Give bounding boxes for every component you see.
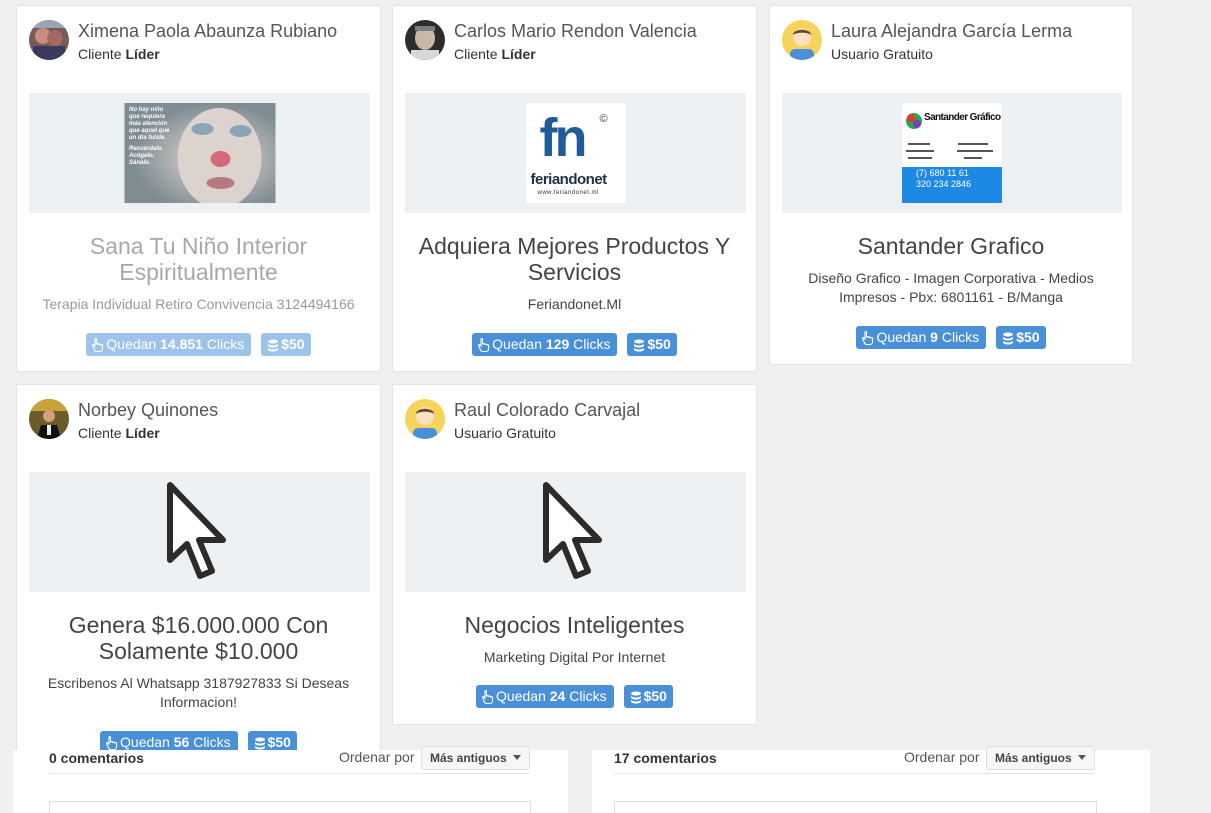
ad-text-line: Sánalo. [129, 160, 151, 166]
ad-title[interactable]: Santander Grafico [780, 233, 1122, 259]
pointer-cursor-icon [543, 482, 602, 579]
user-name[interactable]: Laura Alejandra García Lerma [831, 21, 1072, 42]
ad-phone: 320 234 2846 [916, 179, 972, 189]
ad-title[interactable]: Genera $16.000.000 Con Solamente $10.000 [27, 612, 370, 664]
ad-text-line: que aquel que [129, 128, 170, 134]
comments-panel: 0 comentarios Ordenar por Más antiguos [13, 746, 568, 813]
ad-text-line: que requiera [129, 114, 166, 120]
ad-image-panel[interactable] [405, 472, 746, 592]
ad-description: Feriandonet.Ml [527, 296, 622, 312]
sort-label: Ordenar por [904, 749, 980, 765]
user-name[interactable]: Carlos Mario Rendon Valencia [454, 21, 697, 42]
ad-text-line: Acógelo. [129, 153, 155, 159]
ad-title[interactable]: Negocios Inteligentes [403, 612, 746, 638]
price-badge[interactable]: $50 [261, 333, 311, 356]
user-avatar[interactable] [782, 20, 822, 60]
ad-actions: Quedan 129 Clicks $50 [393, 333, 756, 356]
user-name[interactable]: Ximena Paola Abaunza Rubiano [78, 21, 337, 42]
ad-description: Diseño Grafico - Imagen Corporativa - Me… [808, 270, 1094, 305]
ad-text-line: No hay niño [129, 107, 164, 113]
ad-description: Terapia Individual Retiro Convivencia 31… [42, 296, 355, 312]
user-name[interactable]: Raul Colorado Carvajal [454, 400, 640, 421]
coins-icon [634, 339, 645, 352]
ad-actions: Quedan 9 Clicks $50 [770, 326, 1132, 349]
divider [49, 773, 529, 774]
coins-icon [268, 339, 279, 352]
comment-count: 17 comentarios [614, 750, 717, 766]
sort-dropdown[interactable]: Más antiguos [986, 746, 1095, 770]
user-role: Cliente Líder [78, 425, 160, 441]
ad-image-panel[interactable]: fn © feriandonet www.feriandonet.ml [405, 93, 746, 213]
ad-card[interactable]: Laura Alejandra García Lerma Usuario Gra… [769, 5, 1133, 365]
user-avatar[interactable] [29, 20, 69, 60]
pointer-cursor-icon [167, 482, 226, 579]
coins-icon [254, 737, 265, 750]
ad-text-line: más atención [129, 121, 168, 127]
user-role: Usuario Gratuito [454, 425, 556, 441]
user-role: Cliente Líder [78, 46, 160, 62]
ad-image-panel[interactable]: Santander Gráfico (7) 680 11 61 320 234 … [782, 93, 1122, 213]
ad-card[interactable]: Norbey Quinones Cliente Líder Genera $16… [16, 384, 381, 764]
comment-input[interactable] [49, 801, 531, 813]
pointer-hand-icon [482, 690, 494, 704]
user-avatar[interactable] [29, 399, 69, 439]
page-gap [568, 750, 592, 813]
ad-image[interactable]: fn © feriandonet www.feriandonet.ml [525, 103, 626, 203]
ad-card[interactable]: Carlos Mario Rendon Valencia Cliente Líd… [392, 5, 757, 372]
clicks-remaining-button[interactable]: Quedan 9 Clicks [856, 326, 987, 349]
user-avatar[interactable] [405, 20, 445, 60]
ad-text-line: un día fuiste. [129, 135, 167, 141]
ad-text-line: Recuérdalo. [129, 146, 164, 152]
caret-down-icon [512, 755, 521, 760]
pointer-hand-icon [862, 331, 874, 345]
clicks-remaining-button[interactable]: Quedan 14.851 Clicks [86, 333, 252, 356]
ad-description: Marketing Digital Por Internet [483, 649, 666, 665]
ad-actions: Quedan 14.851 Clicks $50 [17, 333, 380, 356]
user-role: Usuario Gratuito [831, 46, 933, 62]
ad-title[interactable]: Sana Tu Niño Interior Espiritualmente [27, 233, 370, 285]
sort-label: Ordenar por [339, 749, 415, 765]
logo-url: www.feriandonet.ml [537, 190, 599, 196]
ad-image[interactable]: Santander Gráfico (7) 680 11 61 320 234 … [902, 103, 1002, 203]
pointer-hand-icon [106, 736, 118, 750]
comments-panel: 17 comentarios Ordenar por Más antiguos [592, 746, 1150, 813]
ad-description: Escribenos Al Whatsapp 3187927833 Si Des… [47, 675, 350, 710]
logo-name: feriandonet [530, 171, 608, 188]
comment-count: 0 comentarios [49, 750, 144, 766]
price-badge[interactable]: $50 [996, 326, 1046, 349]
pointer-hand-icon [478, 338, 490, 352]
price-badge[interactable]: $50 [627, 333, 677, 356]
pointer-hand-icon [92, 338, 104, 352]
comment-input[interactable] [614, 801, 1097, 813]
user-role: Cliente Líder [454, 46, 536, 62]
user-avatar[interactable] [405, 399, 445, 439]
coins-icon [630, 691, 641, 704]
clicks-remaining-button[interactable]: Quedan 24 Clicks [476, 685, 614, 708]
ad-card[interactable]: Raul Colorado Carvajal Usuario Gratuito … [392, 384, 757, 725]
ad-card[interactable]: Ximena Paola Abaunza Rubiano Cliente Líd… [16, 5, 381, 372]
logo-fn: fn [539, 108, 588, 168]
ad-title[interactable]: Adquiera Mejores Productos Y Servicios [403, 233, 746, 285]
ad-actions: Quedan 24 Clicks $50 [393, 685, 756, 708]
caret-down-icon [1077, 755, 1086, 760]
copyright-mark: © [599, 113, 608, 125]
sort-dropdown[interactable]: Más antiguos [421, 746, 530, 770]
ad-image[interactable]: No hay niño que requiera más atención qu… [124, 103, 275, 203]
user-name[interactable]: Norbey Quinones [78, 400, 218, 421]
coins-icon [1003, 332, 1014, 345]
ad-brand: Santander Gráfico [924, 112, 1001, 123]
divider [614, 773, 1094, 774]
clicks-remaining-button[interactable]: Quedan 129 Clicks [472, 333, 618, 356]
price-badge[interactable]: $50 [623, 685, 673, 708]
ad-image-panel[interactable]: No hay niño que requiera más atención qu… [29, 93, 370, 213]
ad-image-panel[interactable] [29, 472, 370, 592]
ad-phone: (7) 680 11 61 [916, 168, 969, 178]
